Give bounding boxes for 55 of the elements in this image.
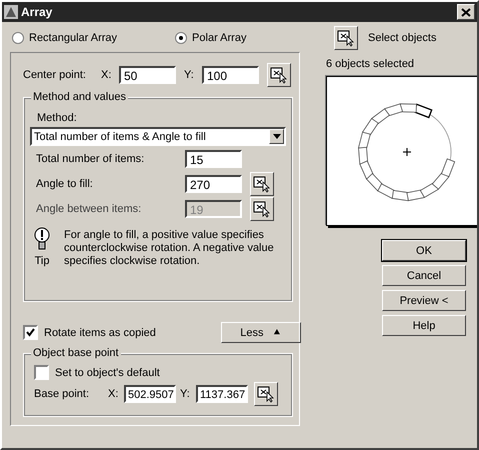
checkbox[interactable] [34,365,49,380]
checkbox-label: Rotate items as copied [44,326,156,338]
dialog-button[interactable]: Cancel [382,265,466,286]
checkbox-option[interactable]: Rotate items as copied [23,325,156,340]
radio-label: Polar Array [192,32,246,44]
input-field[interactable]: 50 [119,66,176,84]
field-label: X: [101,69,112,81]
field-label: X: [108,388,120,400]
radio-option[interactable]: Rectangular Array [12,30,118,46]
field-label: Center point: [23,69,87,81]
checkmark-icon [26,328,35,337]
less-button[interactable]: Less ⯅ [221,322,301,343]
group-title: Method and values [31,91,128,103]
app-icon [4,5,18,19]
cursor-icon [257,385,275,403]
cursor-icon [253,200,271,218]
field-label: Total number of items: [36,153,146,165]
field-label: Angle to fill: [36,178,94,190]
field-label: Y: [180,388,191,400]
tip-text: For angle to fill, a positive value specifies counterclockwise rotation. A negative value specifies clockwise rotation. [64,229,275,268]
dialog-button[interactable]: OK [382,240,466,261]
checkbox-option[interactable]: Set to object's default [34,365,286,380]
group-title: Object base point [31,347,121,359]
pick-point-button[interactable] [267,63,291,87]
window-title: Array [21,5,54,19]
cursor-icon [253,175,271,193]
select-objects-label: Select objects [368,32,436,44]
radio-option[interactable]: Polar Array [175,30,246,46]
radio-label: Rectangular Array [29,32,118,44]
field-label: Method: [37,112,78,124]
select-objects-button[interactable] [334,26,358,50]
radio-button[interactable] [175,32,188,44]
cursor-icon [270,66,288,84]
method-dropdown[interactable]: Total number of items & Angle to fill [30,127,286,146]
checkbox-label: Set to object's default [55,366,160,378]
input-field[interactable]: 100 [202,66,259,84]
close-button[interactable] [457,4,475,20]
tip-label: Tip [34,255,50,267]
dialog-button[interactable]: Help [382,315,466,336]
input-field[interactable]: 502.9507 [124,385,176,403]
cursor-icon [337,29,355,47]
input-field[interactable]: 15 [185,150,242,168]
dropdown-arrow-icon [272,134,280,139]
field-label: Y: [184,69,195,81]
close-icon [461,8,471,16]
dialog-button[interactable]: Preview < [382,290,466,311]
input-field[interactable]: 270 [185,175,242,193]
selection-status: 6 objects selected [326,58,416,70]
pick-point-button[interactable] [254,382,278,406]
radio-button[interactable] [12,32,24,44]
checkbox[interactable] [23,325,38,340]
pick-angle-button[interactable] [250,172,274,196]
input-field[interactable]: 1137.367 [196,385,248,403]
field-label: Base point: [34,388,90,400]
field-label: Angle between items: [36,203,142,215]
